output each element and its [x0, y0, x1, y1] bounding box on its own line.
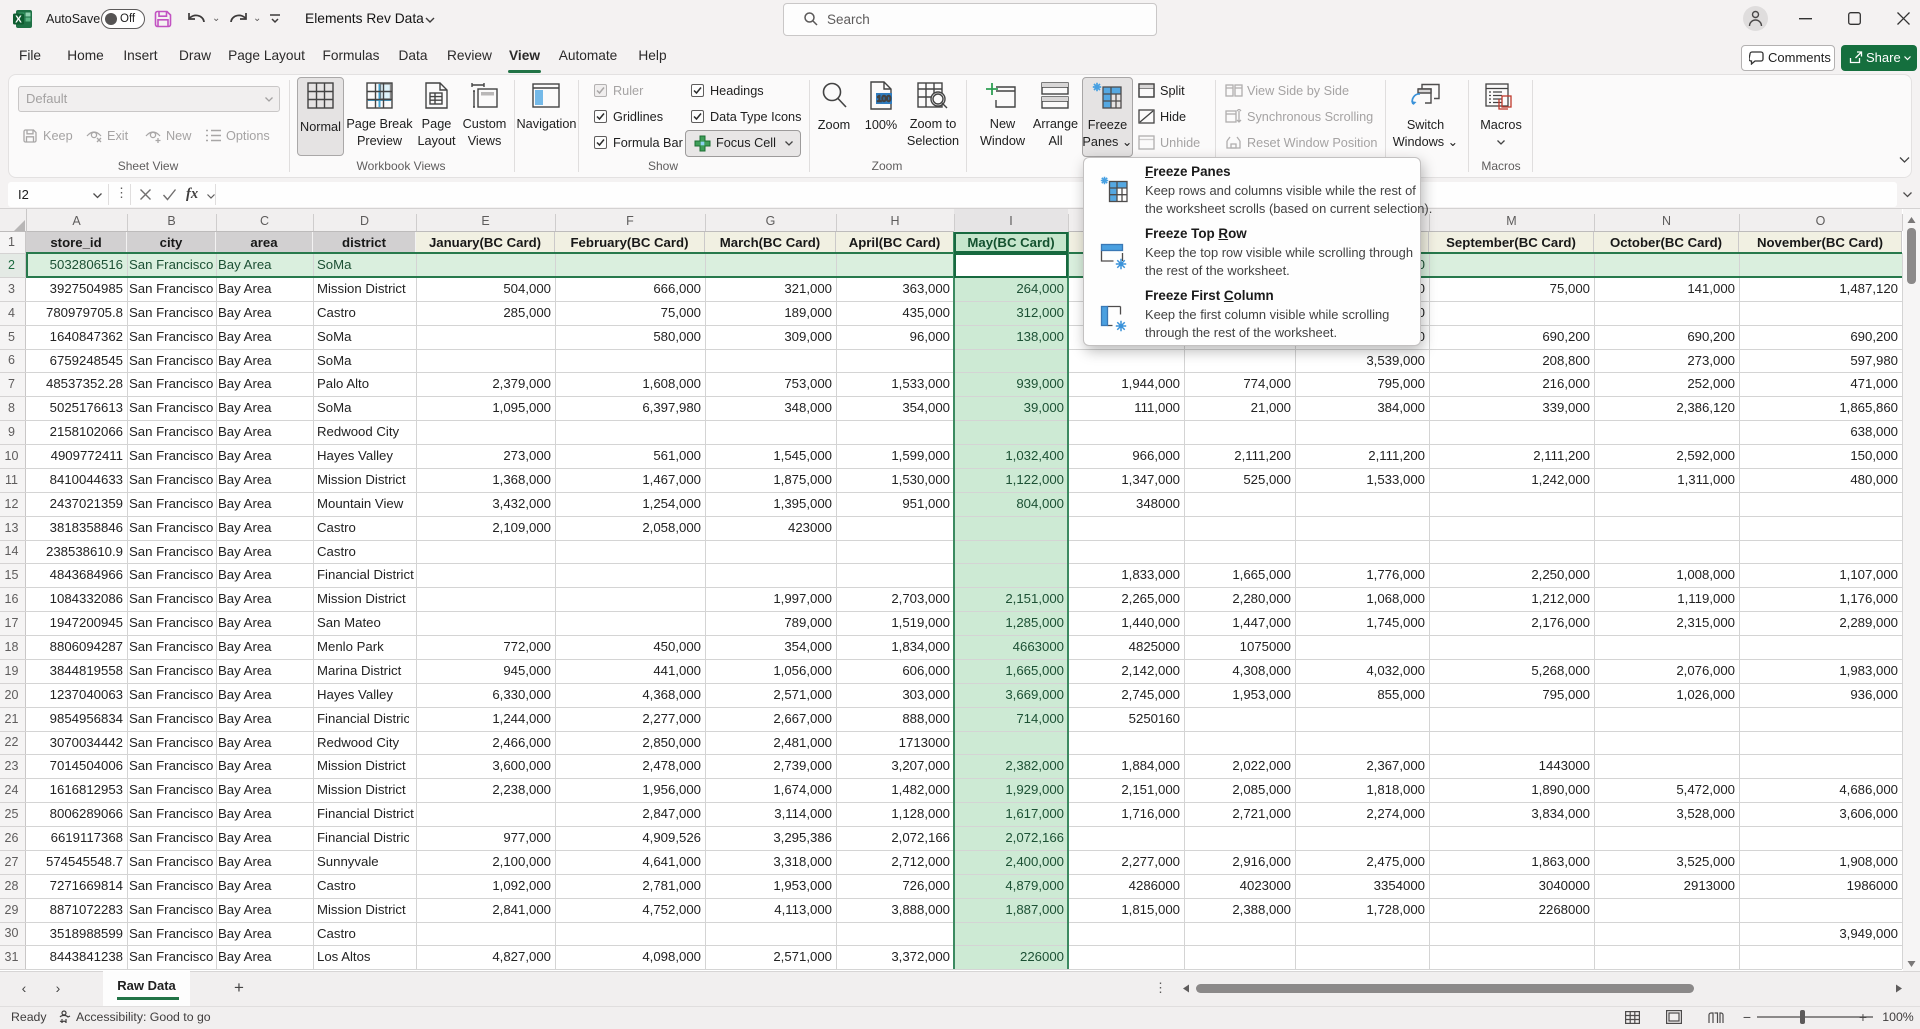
svg-text:100: 100	[877, 94, 891, 104]
svg-text:X: X	[15, 15, 22, 26]
